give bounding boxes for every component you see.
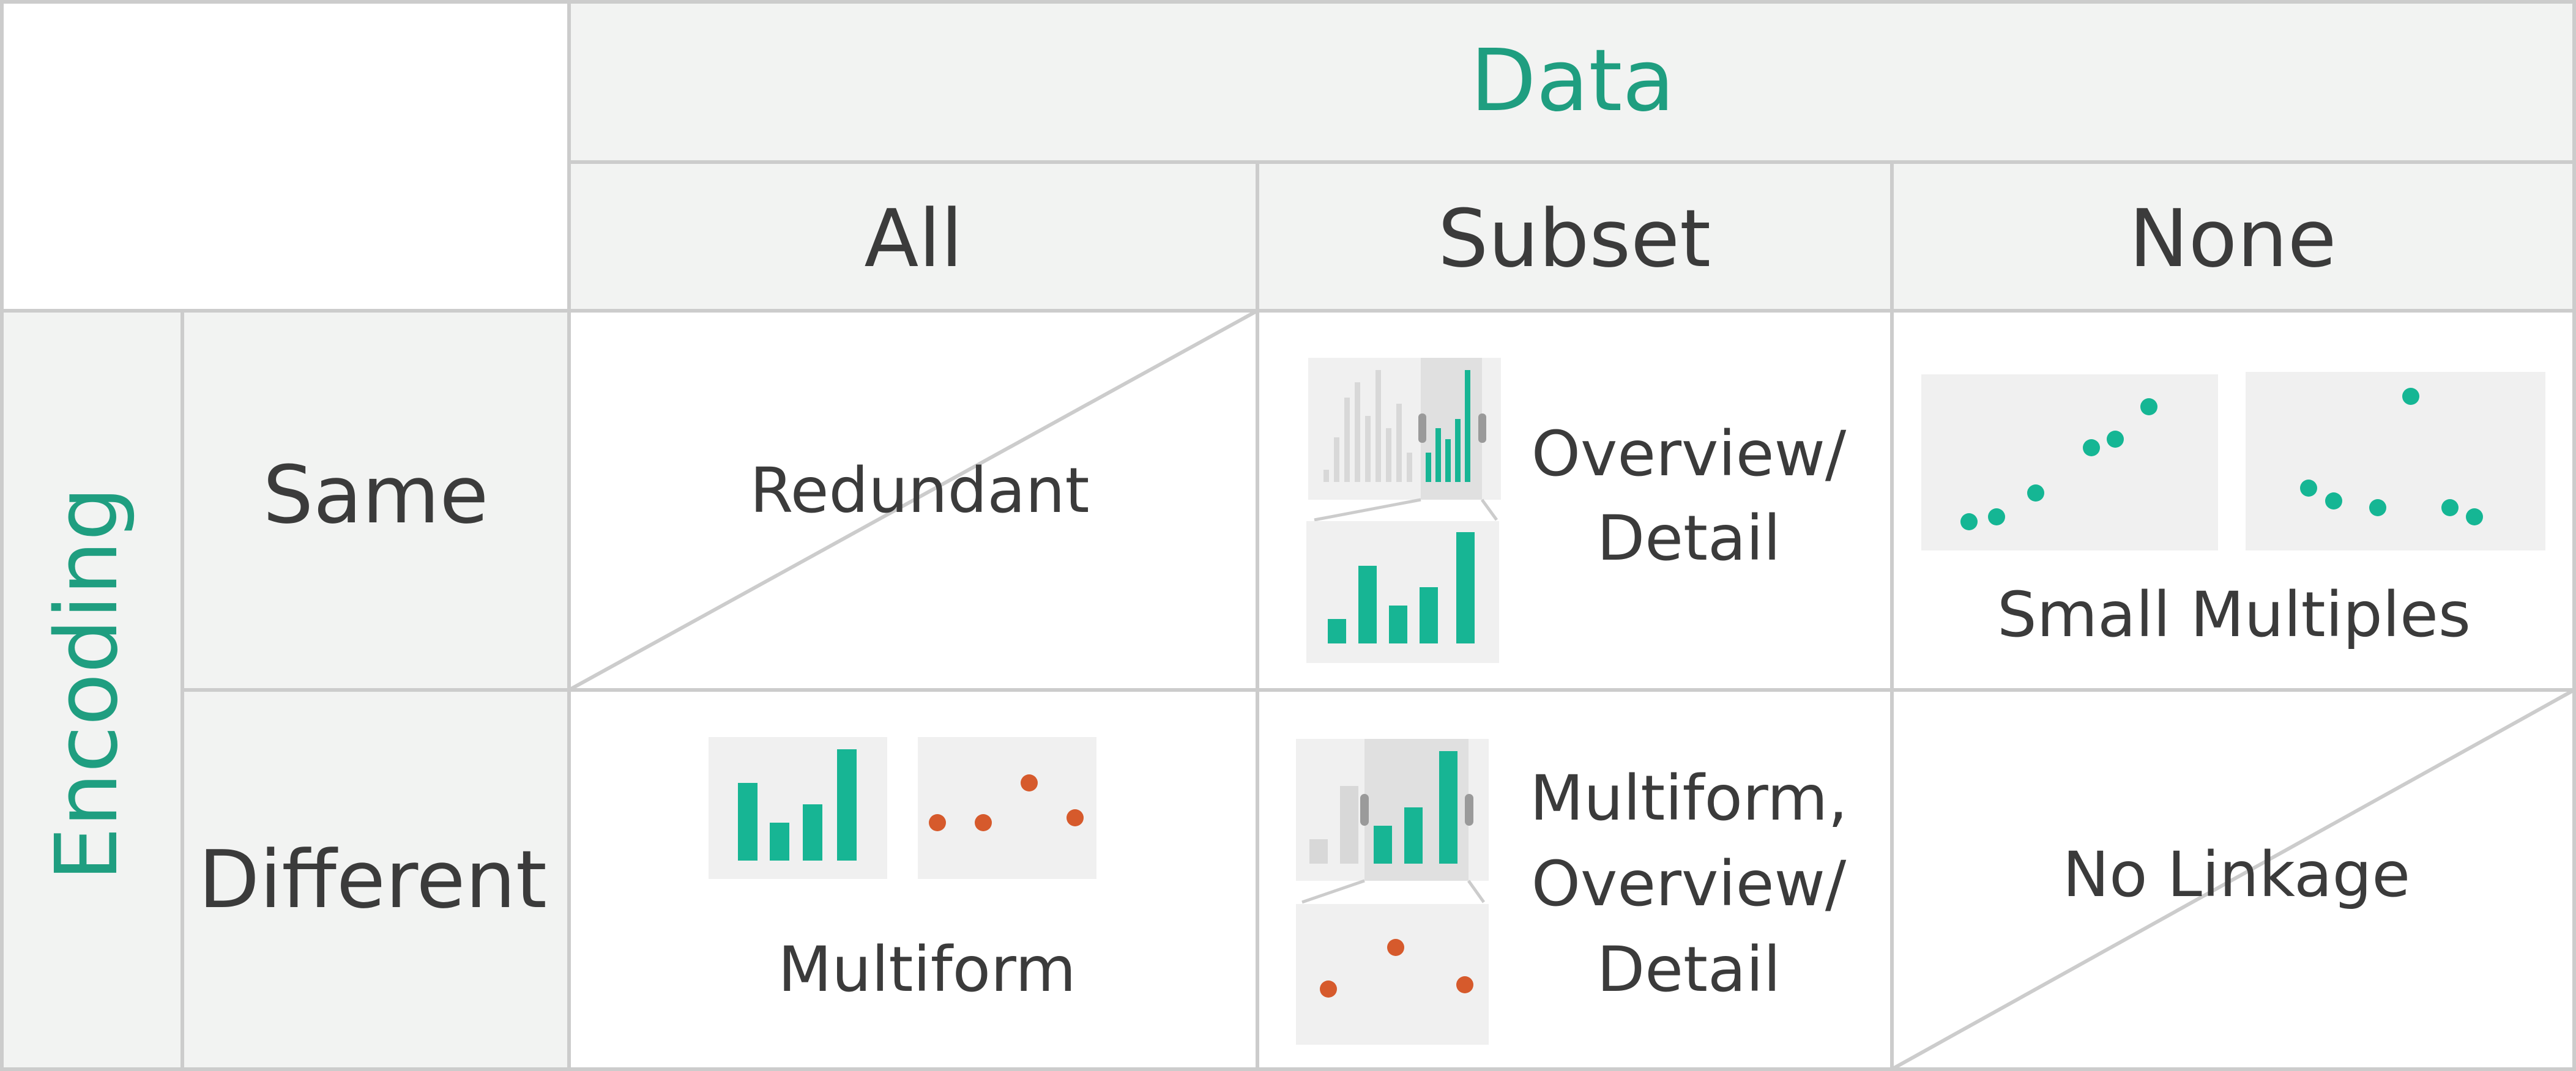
detail-bar-chart-icon bbox=[1306, 521, 1499, 663]
column-all: All bbox=[864, 192, 962, 285]
label-no-linkage: No Linkage bbox=[2063, 839, 2410, 911]
brush-handle-icon bbox=[1418, 413, 1426, 443]
label-small-multiples: Small Multiples bbox=[1997, 579, 2471, 651]
brush-handle-icon bbox=[1360, 794, 1369, 826]
label-overview-detail-2: Detail bbox=[1597, 502, 1781, 575]
encoding-title: Encoding bbox=[37, 486, 137, 881]
brush-handle-icon bbox=[1478, 413, 1486, 443]
scatter-plot-icon bbox=[2246, 372, 2545, 550]
row-different: Different bbox=[198, 833, 547, 926]
label-overview-detail-1: Overview/ bbox=[1532, 418, 1847, 491]
row-same: Same bbox=[263, 448, 489, 541]
view-linkage-diagram: Data All Subset None Encoding Same Diffe… bbox=[0, 0, 2576, 1071]
brush-handle-icon bbox=[1465, 794, 1473, 826]
overview-bar-chart-icon bbox=[1296, 739, 1489, 904]
detail-scatter-plot-icon bbox=[1296, 904, 1489, 1045]
scatter-plot-icon bbox=[1921, 374, 2218, 550]
label-multiform: Multiform bbox=[778, 933, 1076, 1006]
scatter-plot-icon bbox=[918, 737, 1096, 879]
bar-chart-icon bbox=[709, 737, 887, 879]
label-multiform-overview-detail-1: Multiform, bbox=[1530, 762, 1848, 835]
column-subset: Subset bbox=[1438, 192, 1711, 285]
column-none: None bbox=[2129, 192, 2336, 285]
label-redundant: Redundant bbox=[750, 454, 1090, 527]
label-multiform-overview-detail-2: Overview/ bbox=[1532, 848, 1847, 921]
data-title: Data bbox=[1470, 31, 1675, 131]
label-multiform-overview-detail-3: Detail bbox=[1597, 933, 1781, 1006]
overview-bar-chart-icon bbox=[1308, 358, 1501, 522]
